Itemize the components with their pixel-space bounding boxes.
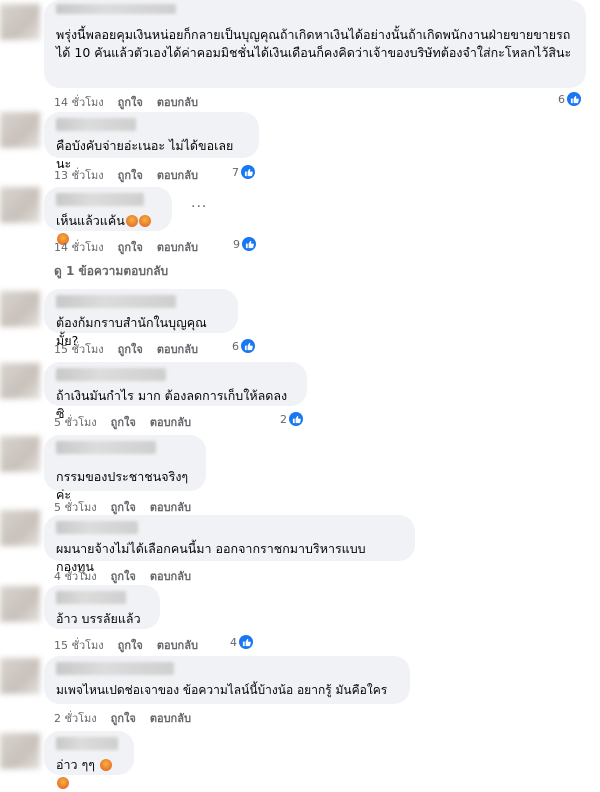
reaction-number: 7 xyxy=(232,165,239,179)
comment-bubble: ถ้าเงินมันกำไร มาก ต้องลดการเก็บให้ลดลงซ… xyxy=(44,362,307,421)
like-icon xyxy=(241,165,255,179)
comment-time: 5 ชั่วโมง xyxy=(54,501,97,514)
comment-text-value: เห็นแล้วแค้น xyxy=(56,213,125,228)
comment-bubble: อ้าว บรรลัยแล้ว xyxy=(44,585,160,629)
reply-button[interactable]: ตอบกลับ xyxy=(150,498,191,516)
reaction-number: 6 xyxy=(558,92,565,106)
comment-actions: 15 ชั่วโมง ถูกใจ ตอบกลับ xyxy=(54,636,198,654)
reply-button[interactable]: ตอบกลับ xyxy=(157,636,198,654)
comment-actions: 13 ชั่วโมง ถูกใจ ตอบกลับ xyxy=(54,166,198,184)
comment-time: 15 ชั่วโมง xyxy=(54,343,104,356)
angry-emoji xyxy=(125,215,138,227)
avatar[interactable] xyxy=(0,187,40,223)
comment-time: 14 ชั่วโมง xyxy=(54,241,104,254)
like-icon xyxy=(567,92,581,106)
reaction-count[interactable]: 6 xyxy=(558,92,581,106)
comment-bubble: มเพจไหนเปดช่อเจาของ ข้อความไลน์นี้บ้างน้… xyxy=(44,656,410,704)
reply-button[interactable]: ตอบกลับ xyxy=(150,413,191,431)
comment-bubble: เห็นแล้วแค้น xyxy=(44,187,172,245)
comment-time: 15 ชั่วโมง xyxy=(54,639,104,652)
avatar[interactable] xyxy=(0,586,40,622)
comment-text: อ่าว ๆๆ xyxy=(56,750,122,792)
comment-time: 13 ชั่วโมง xyxy=(54,169,104,182)
like-button[interactable]: ถูกใจ xyxy=(118,166,143,184)
reaction-count[interactable]: 9 xyxy=(233,237,256,251)
avatar[interactable] xyxy=(0,733,40,769)
comment-bubble: คือบังคับจ่ายอ่ะเนอะ ไม่ได้ขอเลยนะ xyxy=(44,112,259,171)
comment-time: 2 ชั่วโมง xyxy=(54,712,97,725)
reply-button[interactable]: ตอบกลับ xyxy=(157,238,198,256)
angry-emoji xyxy=(99,759,112,771)
avatar[interactable] xyxy=(0,363,40,399)
reply-button[interactable]: ตอบกลับ xyxy=(150,567,191,585)
avatar[interactable] xyxy=(0,436,40,472)
like-button[interactable]: ถูกใจ xyxy=(118,636,143,654)
reaction-count[interactable]: 4 xyxy=(230,635,253,649)
like-button[interactable]: ถูกใจ xyxy=(118,238,143,256)
reply-button[interactable]: ตอบกลับ xyxy=(150,709,191,727)
comment-text: พรุ่งนี้พลอยคุมเงินหน่อยก็กลายเป็นบุญคุณ… xyxy=(56,27,572,60)
comment-time: 5 ชั่วโมง xyxy=(54,416,97,429)
author-name[interactable] xyxy=(56,4,176,14)
comment-time: 4 ชั่วโมง xyxy=(54,570,97,583)
avatar[interactable] xyxy=(0,510,40,546)
like-button[interactable]: ถูกใจ xyxy=(111,498,136,516)
comment-actions: 5 ชั่วโมง ถูกใจ ตอบกลับ xyxy=(54,498,191,516)
comment-actions: 4 ชั่วโมง ถูกใจ ตอบกลับ xyxy=(54,567,191,585)
avatar[interactable] xyxy=(0,4,40,40)
like-button[interactable]: ถูกใจ xyxy=(111,413,136,431)
comment-text-value: อ่าว ๆๆ xyxy=(56,757,95,772)
comment-text: กรรมของประชาชนจริงๆค่ะ xyxy=(56,469,189,502)
reaction-count[interactable]: 2 xyxy=(280,412,303,426)
reaction-number: 2 xyxy=(280,412,287,426)
reaction-count[interactable]: 6 xyxy=(232,339,255,353)
author-name[interactable] xyxy=(56,662,174,675)
like-button[interactable]: ถูกใจ xyxy=(118,340,143,358)
comment-actions: 14 ชั่วโมง ถูกใจ ตอบกลับ xyxy=(54,93,198,111)
like-button[interactable]: ถูกใจ xyxy=(111,709,136,727)
reply-button[interactable]: ตอบกลับ xyxy=(157,93,198,111)
author-name[interactable] xyxy=(56,591,126,604)
reaction-count[interactable]: 7 xyxy=(232,165,255,179)
more-options-icon[interactable]: ··· xyxy=(191,199,207,215)
comment-bubble: กรรมของประชาชนจริงๆค่ะ xyxy=(44,435,206,502)
angry-emoji xyxy=(57,777,69,789)
comment-text: มเพจไหนเปดช่อเจาของ ข้อความไลน์นี้บ้างน้… xyxy=(56,683,388,697)
author-name[interactable] xyxy=(56,118,136,131)
reaction-number: 6 xyxy=(232,339,239,353)
comment-actions: 14 ชั่วโมง ถูกใจ ตอบกลับ xyxy=(54,238,198,256)
author-name[interactable] xyxy=(56,441,156,454)
comment-bubble: ผมนายจ้างไม่ได้เลือกคนนี้มา ออกจากราชกมา… xyxy=(44,515,415,574)
author-name[interactable] xyxy=(56,737,118,750)
author-name[interactable] xyxy=(56,368,166,381)
author-name[interactable] xyxy=(56,521,138,534)
author-name[interactable] xyxy=(56,193,144,206)
angry-emoji xyxy=(138,215,151,227)
reply-button[interactable]: ตอบกลับ xyxy=(157,166,198,184)
comment-bubble: อ่าว ๆๆ xyxy=(44,731,134,789)
like-button[interactable]: ถูกใจ xyxy=(111,567,136,585)
view-replies-link[interactable]: ดู 1 ข้อความตอบกลับ xyxy=(54,262,168,281)
like-icon xyxy=(242,237,256,251)
reply-button[interactable]: ตอบกลับ xyxy=(157,340,198,358)
comment-actions: 15 ชั่วโมง ถูกใจ ตอบกลับ xyxy=(54,340,198,358)
like-icon xyxy=(239,635,253,649)
author-name[interactable] xyxy=(56,295,176,308)
avatar[interactable] xyxy=(0,291,40,327)
comment-actions: 5 ชั่วโมง ถูกใจ ตอบกลับ xyxy=(54,413,191,431)
avatar[interactable] xyxy=(0,658,40,694)
like-button[interactable]: ถูกใจ xyxy=(118,93,143,111)
like-icon xyxy=(289,412,303,426)
reaction-number: 4 xyxy=(230,635,237,649)
avatar[interactable] xyxy=(0,112,40,148)
reaction-number: 9 xyxy=(233,237,240,251)
comment-text: อ้าว บรรลัยแล้ว xyxy=(56,611,141,626)
comment-bubble: ต้องก้มกราบสำนักในบุญคุณมั้ย? xyxy=(44,289,238,348)
comment-actions: 2 ชั่วโมง ถูกใจ ตอบกลับ xyxy=(54,709,191,727)
comment-time: 14 ชั่วโมง xyxy=(54,96,104,109)
like-icon xyxy=(241,339,255,353)
comment-bubble: พรุ่งนี้พลอยคุมเงินหน่อยก็กลายเป็นบุญคุณ… xyxy=(44,0,586,88)
